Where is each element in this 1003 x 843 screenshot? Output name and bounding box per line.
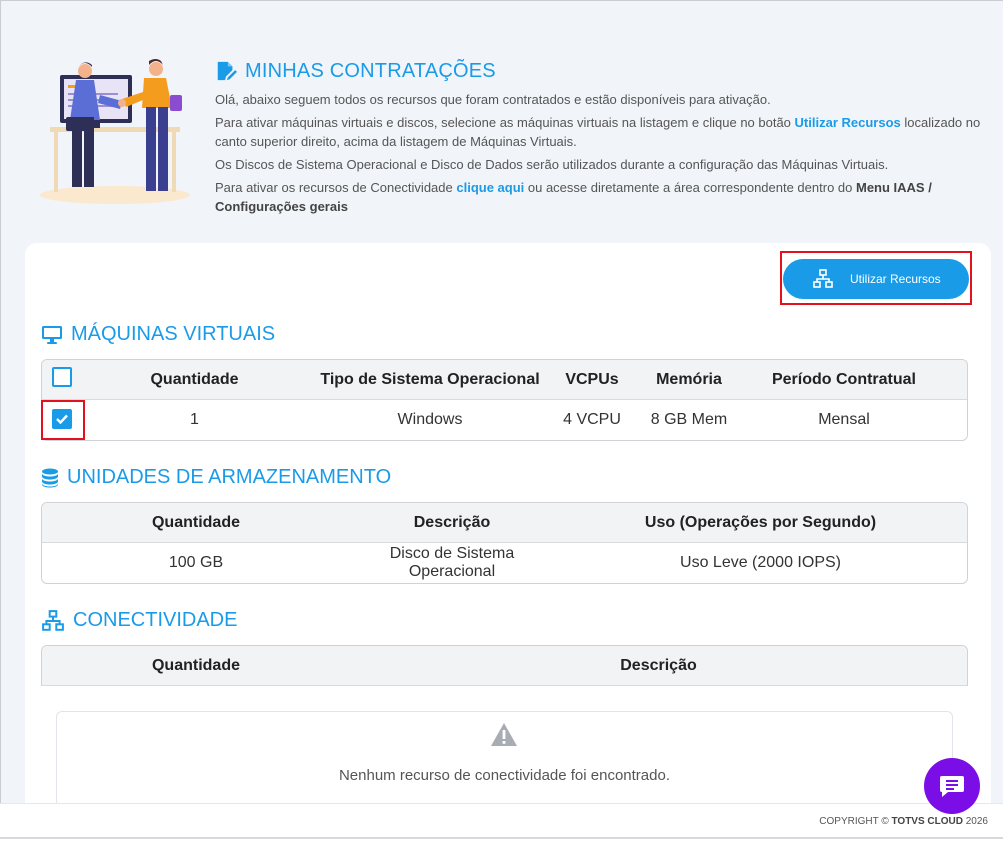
connectivity-section-title: CONECTIVIDADE — [41, 609, 237, 632]
vms-title-text: MÁQUINAS VIRTUAIS — [71, 323, 276, 345]
copyright-prefix: COPYRIGHT © — [819, 816, 889, 827]
connectivity-title-text: CONECTIVIDADE — [73, 609, 238, 631]
table-cell: 1 — [190, 411, 199, 428]
select-all-checkbox[interactable] — [52, 367, 72, 387]
column-header[interactable]: Quantidade — [42, 514, 350, 532]
column-header[interactable]: Descrição — [350, 657, 967, 675]
storage-table: Quantidade Descrição Uso (Operações por … — [41, 502, 968, 584]
intro-paragraph-2: Para ativar máquinas virtuais e discos, … — [215, 113, 985, 151]
empty-state-box: Nenhum recurso de conectividade foi enco… — [56, 711, 953, 811]
intro-paragraph-4: Para ativar os recursos de Conectividade… — [215, 178, 985, 216]
use-resources-label: Utilizar Recursos — [850, 272, 941, 286]
column-header[interactable]: Descrição — [350, 514, 554, 532]
page-title: MINHAS CONTRATAÇÕES — [215, 58, 985, 84]
footer-divider — [0, 837, 1003, 839]
use-resources-link[interactable]: Utilizar Recursos — [795, 115, 901, 130]
storage-title-text: UNIDADES DE ARMAZENAMENTO — [67, 466, 392, 488]
table-header-row: Quantidade Tipo de Sistema Operacional V… — [42, 360, 967, 400]
empty-state-message: Nenhum recurso de conectividade foi enco… — [338, 767, 671, 784]
network-icon — [42, 609, 64, 631]
table-row[interactable]: 100 GB Disco de Sistema Operacional Uso … — [42, 543, 967, 583]
intro-paragraph-1: Olá, abaixo seguem todos os recursos que… — [215, 92, 771, 107]
network-icon — [813, 269, 833, 288]
chat-icon — [940, 776, 964, 797]
click-here-link[interactable]: clique aqui — [456, 180, 524, 195]
use-resources-button[interactable]: Utilizar Recursos — [783, 259, 969, 299]
table-cell: Disco de Sistema Operacional — [389, 545, 515, 580]
page-title-text: MINHAS CONTRATAÇÕES — [245, 59, 496, 82]
copyright-brand: TOTVS CLOUD — [891, 816, 963, 827]
intro-p4-text-b: ou acesse diretamente a área corresponde… — [524, 180, 856, 195]
intro-text-block: MINHAS CONTRATAÇÕES Olá, abaixo seguem t… — [215, 58, 985, 216]
copyright-text: COPYRIGHT © TOTVS CLOUD 2026 — [819, 816, 988, 827]
intro-paragraph-3: Os Discos de Sistema Operacional e Disco… — [215, 157, 889, 172]
column-header[interactable]: Tipo de Sistema Operacional — [307, 371, 553, 389]
database-icon — [42, 468, 58, 487]
connectivity-table: Quantidade Descrição — [41, 645, 968, 686]
vms-section-title: MÁQUINAS VIRTUAIS — [41, 323, 275, 346]
storage-section-title: UNIDADES DE ARMAZENAMENTO — [41, 466, 391, 489]
edit-document-icon — [217, 61, 237, 81]
table-cell: Uso Leve (2000 IOPS) — [680, 554, 841, 571]
column-header[interactable]: Uso (Operações por Segundo) — [554, 514, 967, 532]
table-cell: 8 GB Mem — [650, 411, 728, 428]
intro-p2-text-a: Para ativar máquinas virtuais e discos, … — [215, 115, 795, 130]
select-all-cell — [42, 367, 82, 392]
table-cell: 4 VCPU — [563, 411, 621, 428]
table-cell: 100 GB — [168, 554, 224, 571]
table-cell: Windows — [397, 411, 463, 428]
column-header[interactable]: Período Contratual — [747, 371, 941, 389]
table-row[interactable]: 1 Windows 4 VCPU 8 GB Mem Mensal — [42, 400, 967, 440]
table-cell: Mensal — [818, 411, 870, 428]
vms-table: Quantidade Tipo de Sistema Operacional V… — [41, 359, 968, 441]
chat-button[interactable] — [924, 758, 980, 814]
resources-card: Utilizar Recursos MÁQUINAS VIRTUAIS Quan… — [25, 243, 991, 811]
column-header[interactable]: Quantidade — [82, 371, 307, 389]
business-handshake-illustration — [40, 59, 190, 204]
table-header-row: Quantidade Descrição Uso (Operações por … — [42, 503, 967, 543]
copyright-year: 2026 — [965, 816, 988, 827]
intro-p4-text-a: Para ativar os recursos de Conectividade — [215, 180, 457, 195]
monitor-icon — [42, 325, 62, 344]
checkbox-highlight — [41, 400, 85, 440]
table-header-row: Quantidade Descrição — [42, 646, 967, 686]
column-header[interactable]: VCPUs — [553, 371, 631, 389]
column-header[interactable]: Quantidade — [42, 657, 350, 675]
footer: COPYRIGHT © TOTVS CLOUD 2026 — [0, 803, 1003, 843]
column-header[interactable]: Memória — [631, 371, 747, 389]
warning-icon — [491, 723, 517, 746]
intro-header: MINHAS CONTRATAÇÕES Olá, abaixo seguem t… — [0, 0, 1003, 240]
